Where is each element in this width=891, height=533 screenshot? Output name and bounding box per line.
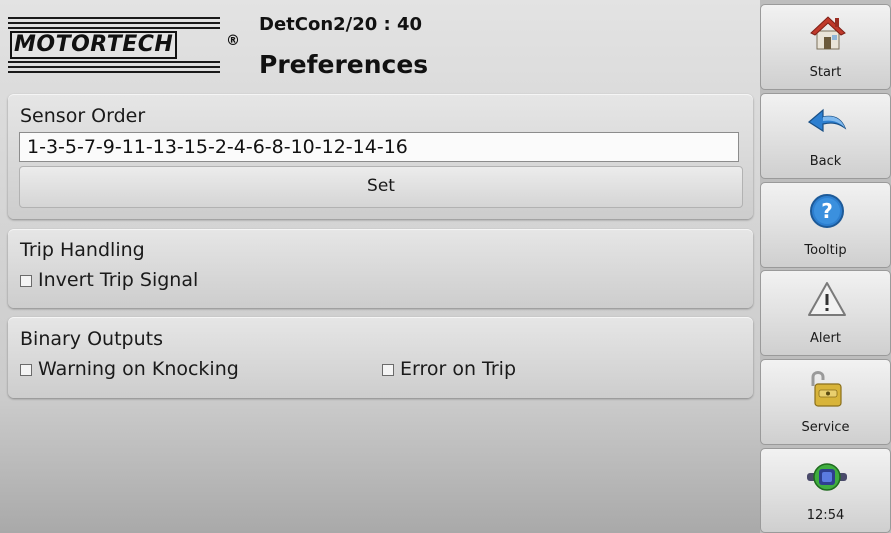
service-label: Service <box>801 420 850 435</box>
error-on-trip-label: Error on Trip <box>400 358 517 380</box>
page-title: Preferences <box>259 50 429 79</box>
invert-trip-signal-label: Invert Trip Signal <box>38 269 199 291</box>
tooltip-button[interactable]: ? Tooltip <box>760 182 891 268</box>
svg-text:?: ? <box>821 199 833 223</box>
start-label: Start <box>809 65 842 80</box>
start-button[interactable]: Start <box>760 4 891 90</box>
warning-on-knocking-label: Warning on Knocking <box>38 358 239 380</box>
binary-outputs-title: Binary Outputs <box>20 328 163 350</box>
sensor-order-input[interactable]: 1-3-5-7-9-11-13-15-2-4-6-8-10-12-14-16 <box>19 132 739 162</box>
question-icon: ? <box>810 194 844 228</box>
clock-label: 12:54 <box>806 508 845 523</box>
device-name: DetCon2/20 : 40 <box>259 14 423 35</box>
back-label: Back <box>809 154 842 169</box>
invert-trip-signal-checkbox[interactable]: Invert Trip Signal <box>20 269 198 291</box>
checkbox-box[interactable] <box>20 364 32 376</box>
service-button[interactable]: Service <box>760 359 891 445</box>
alert-triangle-icon <box>808 282 846 316</box>
logo-registered-mark: ® <box>226 33 240 49</box>
padlock-icon <box>811 371 842 407</box>
logo-text: MOTORTECH <box>10 31 178 59</box>
warning-on-knocking-checkbox[interactable]: Warning on Knocking <box>20 358 239 380</box>
network-connection-icon <box>807 463 847 491</box>
alert-button[interactable]: Alert <box>760 270 891 356</box>
checkbox-box[interactable] <box>382 364 394 376</box>
set-button[interactable]: Set <box>19 166 743 208</box>
sensor-order-panel: Sensor Order 1-3-5-7-9-11-13-15-2-4-6-8-… <box>8 94 753 219</box>
sensor-order-title: Sensor Order <box>20 105 146 127</box>
back-button[interactable]: Back <box>760 93 891 179</box>
motortech-logo: MOTORTECH ® <box>8 17 240 73</box>
status-clock-button[interactable]: 12:54 <box>760 448 891 533</box>
trip-handling-panel: Trip Handling Invert Trip Signal <box>8 229 753 308</box>
alert-label: Alert <box>810 331 841 346</box>
sidebar: Start Back ? Tooltip Alert Service 12:54 <box>760 0 891 533</box>
tooltip-label: Tooltip <box>804 243 847 258</box>
house-icon <box>810 16 846 50</box>
main-panel: MOTORTECH ® DetCon2/20 : 40 Preferences … <box>0 0 760 533</box>
binary-outputs-panel: Binary Outputs Warning on Knocking Error… <box>8 317 753 398</box>
trip-handling-title: Trip Handling <box>20 239 145 261</box>
checkbox-box[interactable] <box>20 275 32 287</box>
back-arrow-icon <box>807 108 847 133</box>
error-on-trip-checkbox[interactable]: Error on Trip <box>382 358 516 380</box>
